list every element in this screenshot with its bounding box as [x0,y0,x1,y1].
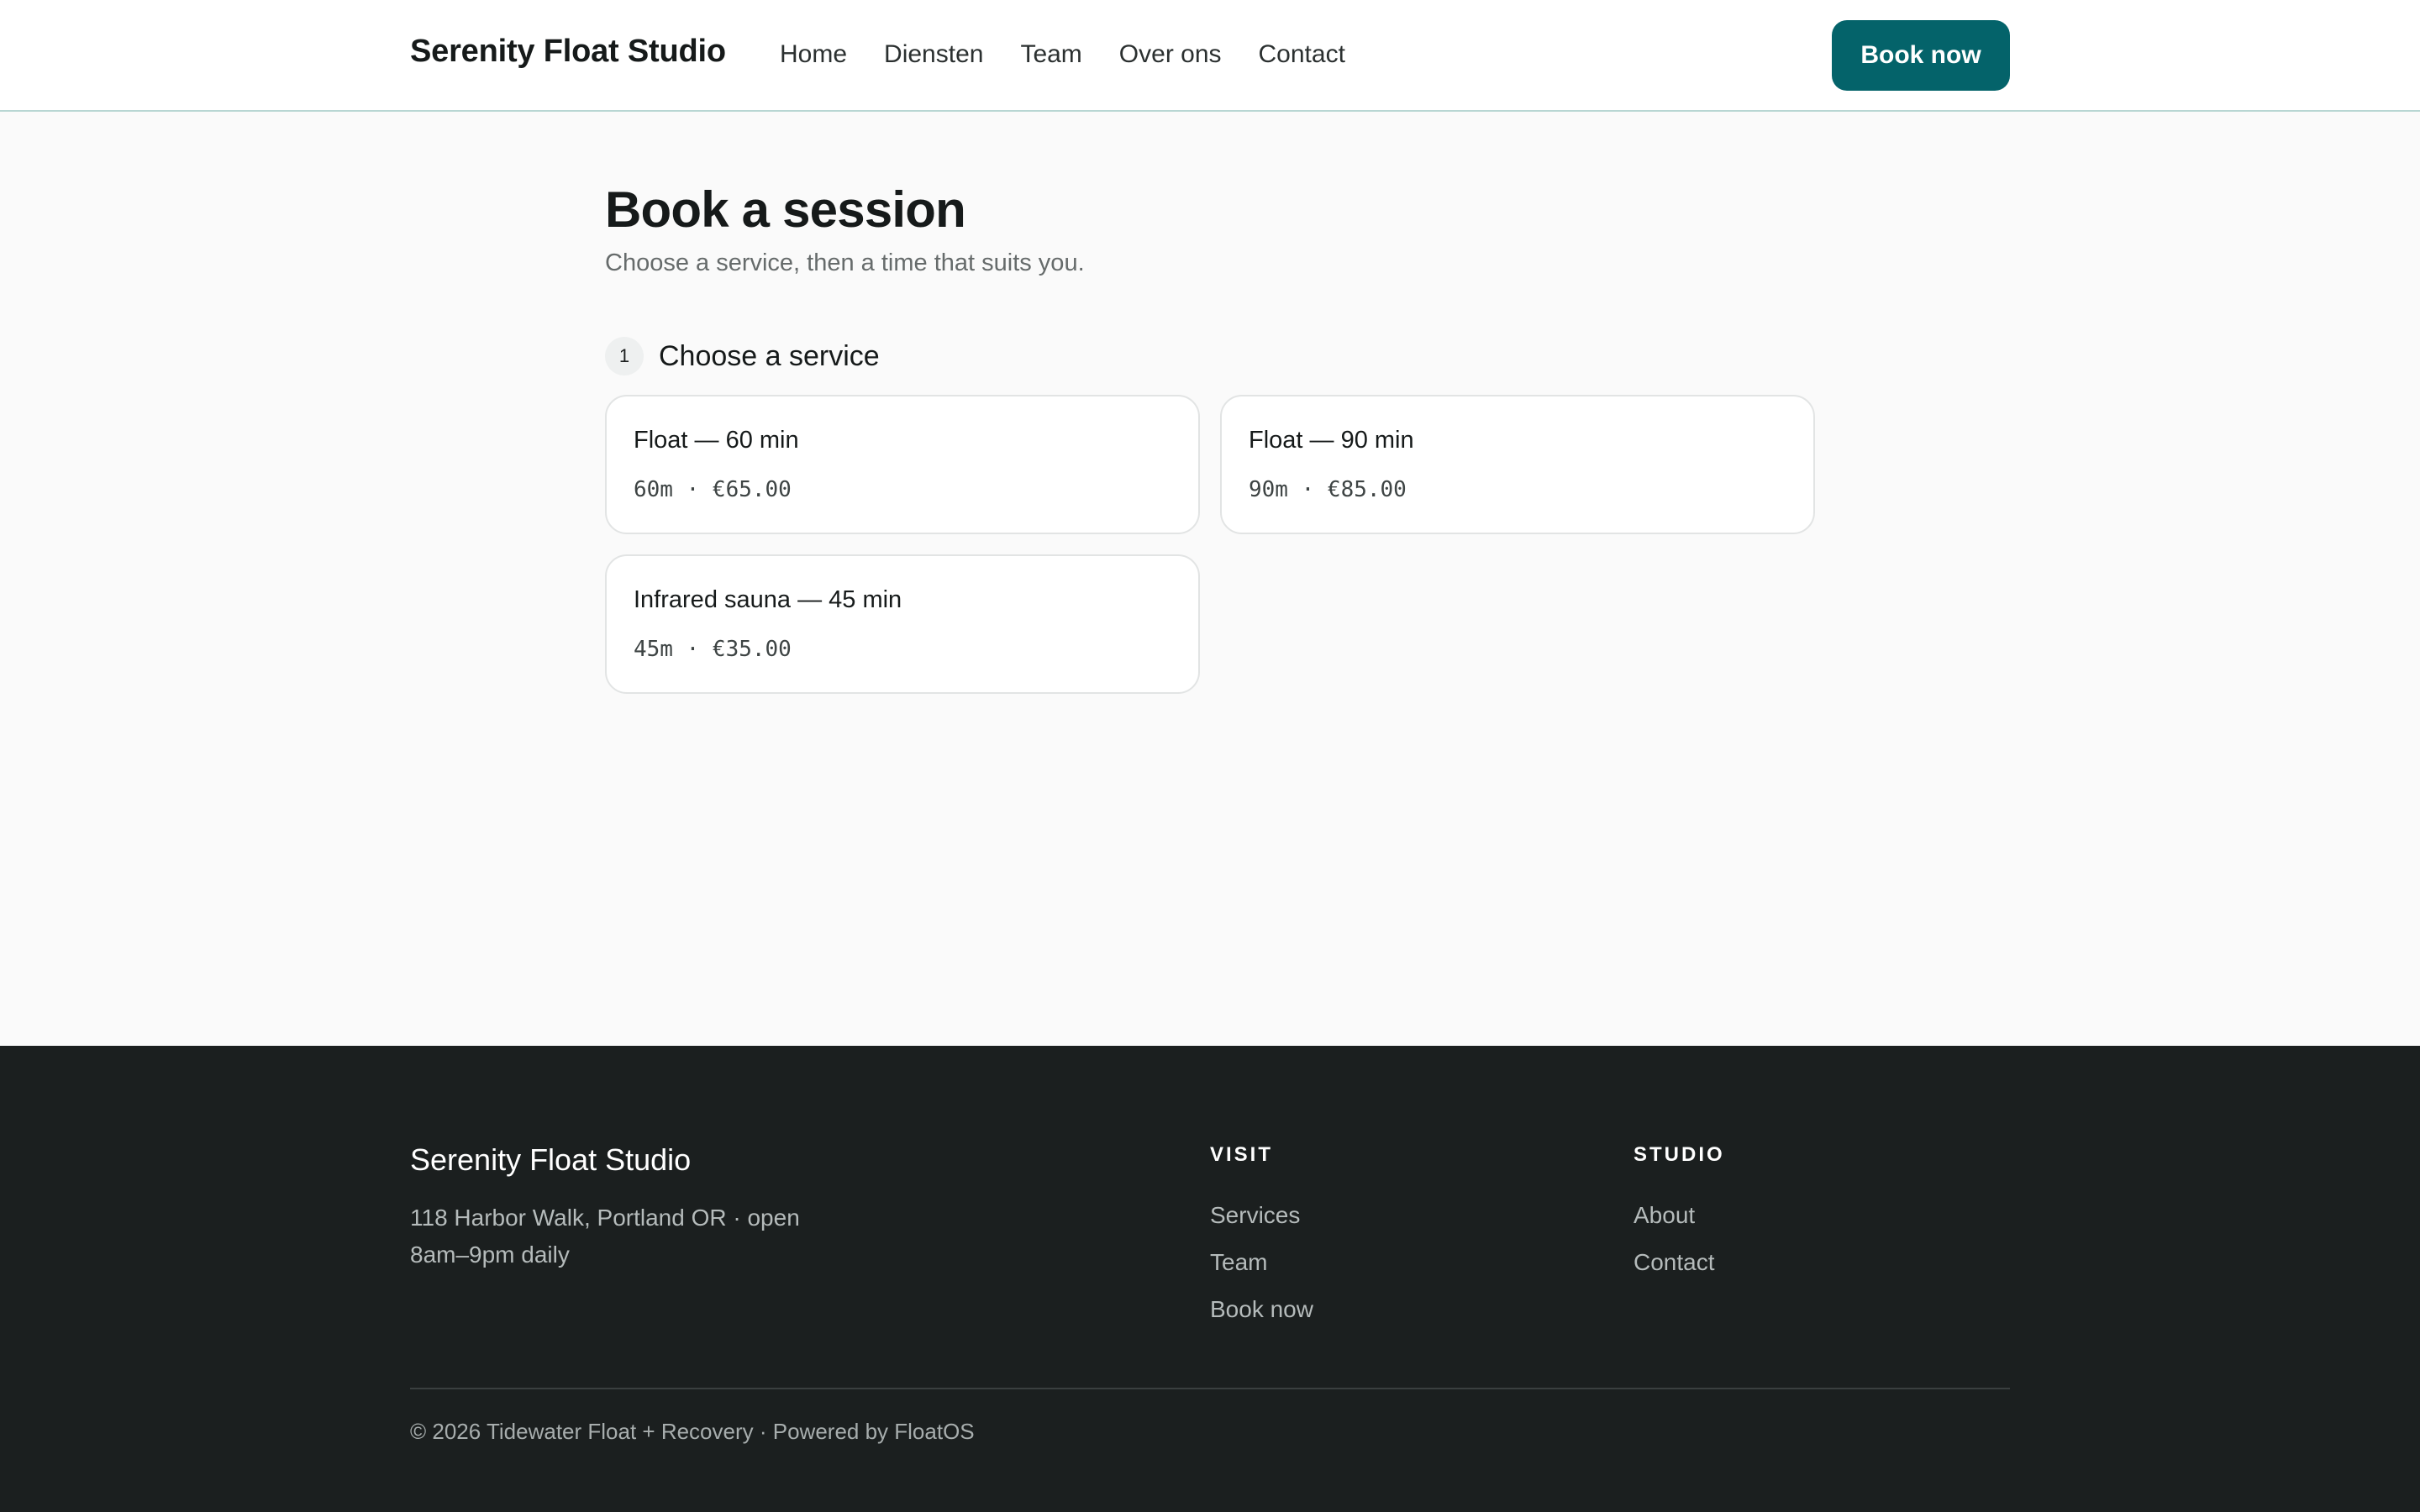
site-header: Serenity Float Studio Home Diensten Team… [0,0,2420,112]
footer-column-visit: VISIT Services Team Book now [1210,1143,1313,1341]
booking-main: Book a session Choose a service, then a … [0,113,2420,1046]
footer-brand: Serenity Float Studio [410,1142,692,1177]
service-duration-price: 90m · €85.00 [1249,477,1407,502]
nav-item-team[interactable]: Team [1020,40,1081,69]
site-footer: Serenity Float Studio 118 Harbor Walk, P… [0,1046,2420,1512]
nav-item-over-ons[interactable]: Over ons [1119,40,1222,69]
footer-link-about[interactable]: About [1634,1200,1725,1231]
service-card-float-60[interactable]: Float — 60 min 60m · €65.00 [605,395,1200,534]
step-heading: Choose a service [659,340,880,372]
service-duration-price: 60m · €65.00 [634,477,792,502]
nav-item-diensten[interactable]: Diensten [884,40,983,69]
footer-divider [410,1388,2010,1389]
service-name: Infrared sauna — 45 min [634,586,902,613]
brand-logo-text[interactable]: Serenity Float Studio [410,34,726,70]
footer-link-book-now[interactable]: Book now [1210,1294,1313,1325]
footer-link-team[interactable]: Team [1210,1247,1313,1278]
page-subtitle: Choose a service, then a time that suits… [605,249,1085,276]
footer-column-studio: STUDIO About Contact [1634,1143,1725,1294]
book-now-button[interactable]: Book now [1832,20,2010,91]
page-title: Book a session [605,181,966,238]
service-name: Float — 90 min [1249,427,1414,454]
main-nav: Home Diensten Team Over ons Contact [780,40,1382,69]
service-card-infrared-sauna-45[interactable]: Infrared sauna — 45 min 45m · €35.00 [605,554,1200,694]
footer-address: 118 Harbor Walk, Portland OR · open 8am–… [410,1205,800,1268]
footer-heading-studio: STUDIO [1634,1143,1725,1166]
nav-item-home[interactable]: Home [780,40,847,69]
footer-heading-visit: VISIT [1210,1143,1274,1166]
nav-item-contact[interactable]: Contact [1259,40,1345,69]
footer-link-contact[interactable]: Contact [1634,1247,1725,1278]
service-card-float-90[interactable]: Float — 90 min 90m · €85.00 [1220,395,1815,534]
service-duration-price: 45m · €35.00 [634,637,792,662]
footer-link-services[interactable]: Services [1210,1200,1313,1231]
service-name: Float — 60 min [634,427,799,454]
footer-copyright: © 2026 Tidewater Float + Recovery · Powe… [410,1419,975,1444]
step-number-badge: 1 [605,337,644,375]
